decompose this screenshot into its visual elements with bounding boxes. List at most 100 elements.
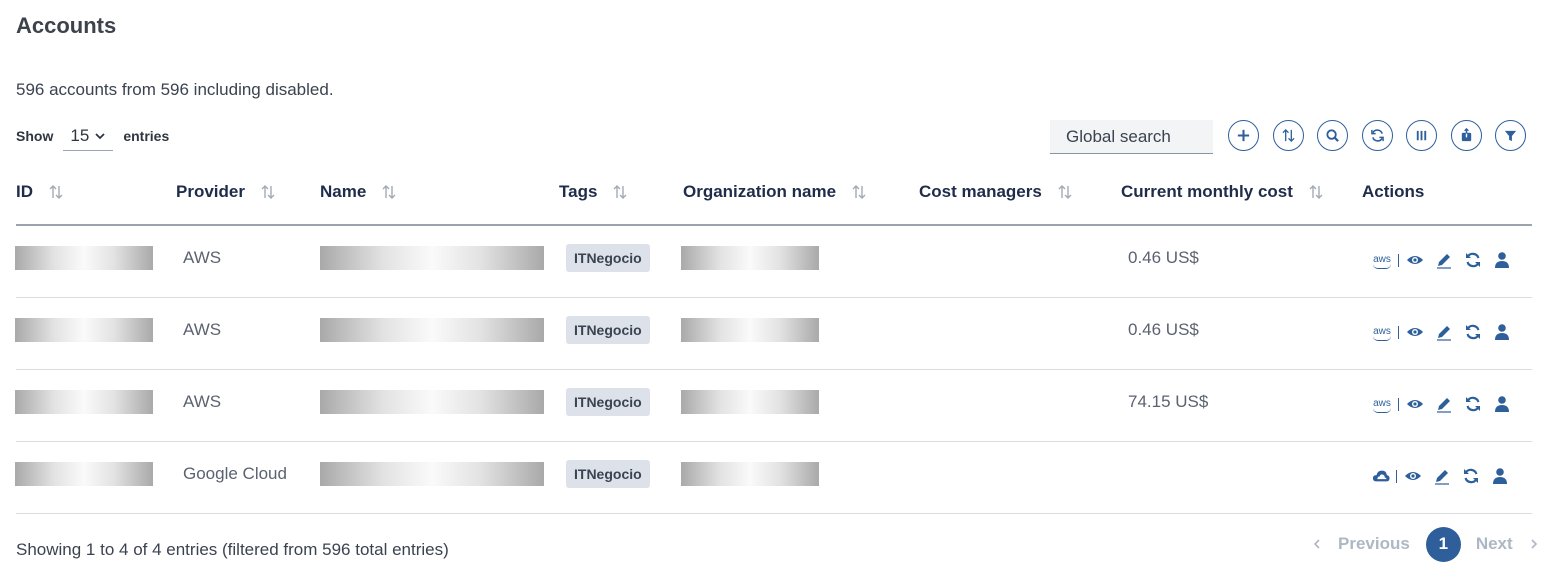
tag-badge: ITNegocio <box>566 460 650 488</box>
eye-icon <box>1405 472 1421 480</box>
monthly-cost-cell: 0.46 US$ <box>1128 320 1199 339</box>
edit-button[interactable] <box>1432 467 1452 485</box>
provider-cell: AWS <box>183 248 222 267</box>
eye-icon <box>1407 256 1423 264</box>
table-row: Google Cloud ITNegocio <box>0 442 1546 514</box>
cost-managers-button[interactable] <box>1490 467 1510 485</box>
eye-icon <box>1407 400 1423 408</box>
global-search-input[interactable]: Global search <box>1050 120 1213 154</box>
view-button[interactable] <box>1403 467 1423 485</box>
column-label: Cost managers <box>919 182 1042 201</box>
previous-button[interactable]: Previous <box>1310 534 1410 554</box>
sort-icon <box>49 185 63 199</box>
add-icon <box>1237 129 1250 142</box>
column-header-cost-managers[interactable]: Cost managers <box>919 182 1074 202</box>
view-button[interactable] <box>1405 323 1425 341</box>
pagination: Previous 1 Next <box>1310 526 1541 562</box>
sync-button[interactable] <box>1463 251 1483 269</box>
sort-button[interactable] <box>1273 120 1304 151</box>
redacted-organization-name <box>681 462 819 486</box>
column-header-current-monthly-cost[interactable]: Current monthly cost <box>1121 182 1325 202</box>
sync-button[interactable] <box>1463 395 1483 413</box>
view-button[interactable] <box>1405 251 1425 269</box>
column-header-organization-name[interactable]: Organization name <box>683 182 868 202</box>
entries-label: entries <box>123 128 170 144</box>
export-icon <box>1461 128 1472 142</box>
redacted-id <box>15 390 153 414</box>
table-header: ID Provider Name Tags Organization name … <box>0 176 1546 210</box>
global-search-placeholder: Global search <box>1066 127 1171 146</box>
column-label: Provider <box>176 182 245 201</box>
user-icon <box>1495 324 1509 340</box>
table-row: AWS ITNegocio 0.46 US$ aws <box>0 226 1546 298</box>
row-actions: aws <box>1371 250 1512 270</box>
sync-button[interactable] <box>1461 467 1481 485</box>
cost-managers-button[interactable] <box>1492 395 1512 413</box>
search-icon <box>1326 129 1339 142</box>
provider-cell: AWS <box>183 392 222 411</box>
filter-button[interactable] <box>1495 120 1526 151</box>
page-length-control: Show 15 entries <box>16 120 169 152</box>
columns-icon <box>1416 130 1427 141</box>
page-1-button[interactable]: 1 <box>1425 526 1461 562</box>
column-label: Tags <box>559 182 598 201</box>
actions-divider <box>1398 325 1399 339</box>
add-button[interactable] <box>1228 120 1259 151</box>
column-header-name[interactable]: Name <box>320 182 398 202</box>
cost-managers-button[interactable] <box>1492 251 1512 269</box>
redacted-name <box>320 318 544 342</box>
user-icon <box>1495 252 1509 268</box>
page-title: Accounts <box>16 13 117 38</box>
redacted-name <box>320 462 544 486</box>
redacted-id <box>15 318 153 342</box>
chevron-right-icon <box>1531 539 1537 549</box>
refresh-icon <box>1371 129 1384 142</box>
column-header-actions: Actions <box>1362 182 1424 202</box>
edit-button[interactable] <box>1434 323 1454 341</box>
redacted-organization-name <box>681 390 819 414</box>
pencil-icon <box>1437 254 1451 269</box>
sync-button[interactable] <box>1463 323 1483 341</box>
column-header-provider[interactable]: Provider <box>176 182 277 202</box>
aws-icon[interactable]: aws <box>1371 399 1393 413</box>
edit-button[interactable] <box>1434 251 1454 269</box>
columns-button[interactable] <box>1406 120 1437 151</box>
pencil-icon <box>1435 470 1449 485</box>
column-header-id[interactable]: ID <box>16 182 65 202</box>
filter-icon <box>1504 130 1517 142</box>
row-actions: aws <box>1371 394 1512 414</box>
eye-icon <box>1407 328 1423 336</box>
sort-icon <box>1058 185 1072 199</box>
cost-managers-button[interactable] <box>1492 323 1512 341</box>
aws-icon[interactable]: aws <box>1371 327 1393 341</box>
row-actions: aws <box>1371 322 1512 342</box>
column-label: Actions <box>1362 182 1425 201</box>
actions-divider <box>1398 397 1399 411</box>
table-info: Showing 1 to 4 of 4 entries (filtered fr… <box>16 540 449 559</box>
monthly-cost-cell: 0.46 US$ <box>1128 248 1199 267</box>
column-label: Name <box>320 182 367 201</box>
next-button[interactable]: Next <box>1476 534 1541 554</box>
refresh-icon <box>1466 324 1480 340</box>
aws-icon[interactable]: aws <box>1371 255 1393 269</box>
edit-button[interactable] <box>1434 395 1454 413</box>
cloud-icon[interactable] <box>1371 467 1391 485</box>
column-header-tags[interactable]: Tags <box>559 182 629 202</box>
search-button[interactable] <box>1317 120 1348 151</box>
redacted-id <box>15 246 153 270</box>
column-label: Current monthly cost <box>1121 182 1293 201</box>
next-label: Next <box>1475 534 1513 553</box>
sort-icon <box>852 185 866 199</box>
tag-badge: ITNegocio <box>566 388 650 416</box>
redacted-name <box>320 246 544 270</box>
view-button[interactable] <box>1405 395 1425 413</box>
chevron-down-icon <box>95 132 105 139</box>
page-length-select[interactable]: 15 <box>63 121 114 151</box>
export-button[interactable] <box>1451 120 1482 151</box>
monthly-cost-cell: 74.15 US$ <box>1128 392 1209 411</box>
actions-divider <box>1396 469 1397 483</box>
refresh-button[interactable] <box>1362 120 1393 151</box>
page-length-value: 15 <box>70 125 90 145</box>
tag-badge: ITNegocio <box>566 316 650 344</box>
row-divider <box>16 513 1532 514</box>
